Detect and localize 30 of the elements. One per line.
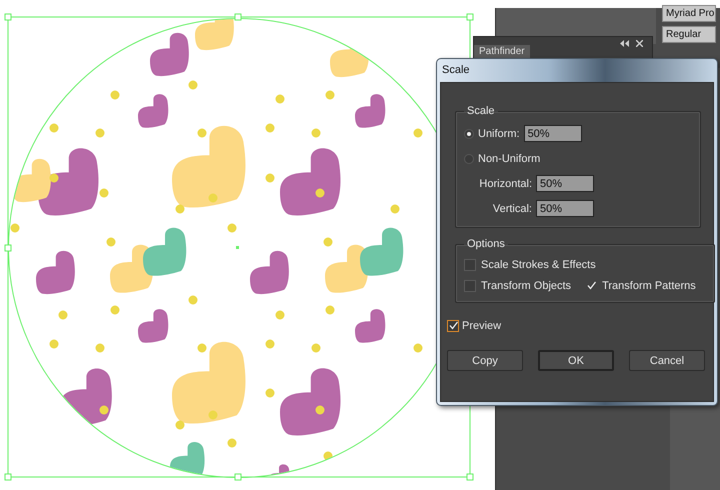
checkbox-label[interactable]: Transform Objects	[481, 280, 572, 292]
close-icon[interactable]	[636, 40, 643, 47]
percent-input[interactable]: 50%	[536, 175, 594, 192]
radio-label[interactable]: Non-Uniform	[478, 152, 540, 164]
checkbox-label[interactable]: Transform Patterns	[602, 280, 696, 292]
checkbox-label[interactable]: Scale Strokes & Effects	[481, 258, 596, 270]
checkbox-label[interactable]: Preview	[462, 320, 502, 332]
radio-button[interactable]	[464, 128, 474, 138]
checkbox[interactable]	[447, 320, 459, 332]
checkmark-icon	[448, 321, 458, 330]
group-title: Scale	[466, 105, 496, 117]
radio-label[interactable]: Uniform:	[478, 128, 520, 140]
percent-input[interactable]: 50%	[536, 200, 594, 217]
checkbox[interactable]	[585, 280, 598, 292]
dialog-button[interactable]: Copy	[447, 350, 523, 371]
field-label: Vertical:	[492, 202, 532, 214]
checkmark-icon	[586, 281, 596, 290]
font-family-field[interactable]: Myriad Pro	[662, 5, 716, 22]
dialog-title: Scale	[442, 64, 470, 76]
radio-button[interactable]	[464, 154, 474, 164]
pathfinder-tab[interactable]: Pathfinder	[474, 45, 530, 58]
font-style-field[interactable]: Regular	[662, 26, 716, 43]
group-title: Options	[466, 238, 506, 250]
checkbox[interactable]	[464, 258, 476, 270]
uniform-input[interactable]: 50%	[524, 125, 582, 142]
dialog-button[interactable]: Cancel	[629, 350, 705, 371]
field-label: Horizontal:	[478, 178, 532, 190]
collapse-icon[interactable]	[620, 40, 629, 47]
dialog-button[interactable]: OK	[538, 350, 614, 371]
checkbox[interactable]	[464, 280, 476, 292]
